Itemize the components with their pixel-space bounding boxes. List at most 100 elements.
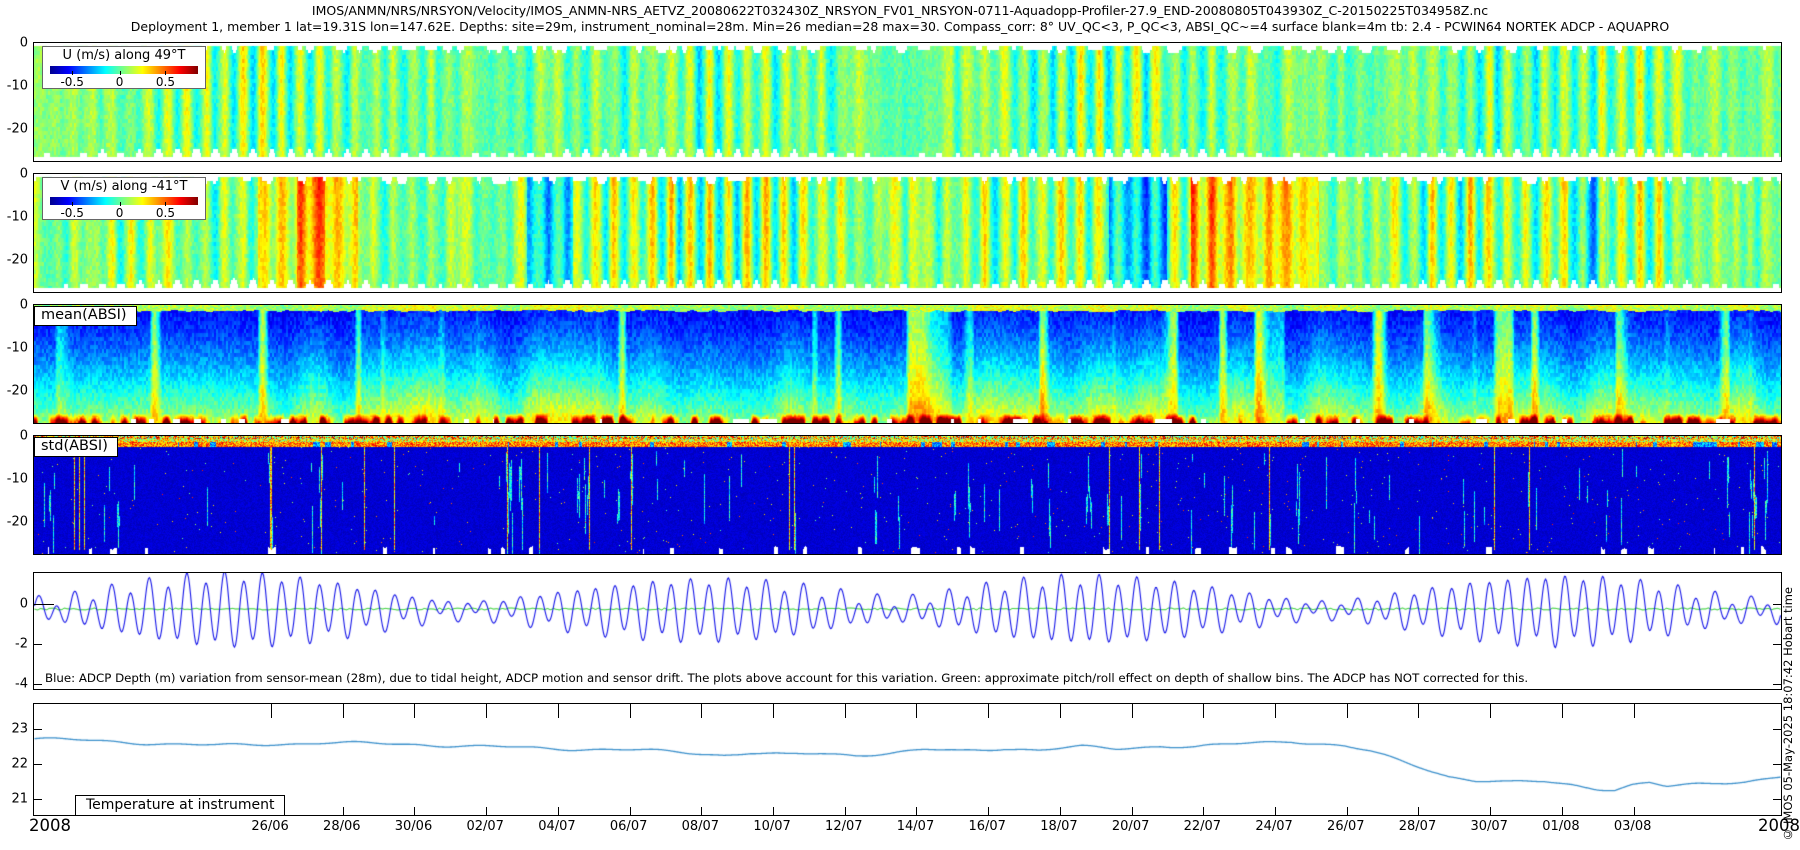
y-tick-mark [34,644,42,645]
x-tick-mark [1634,704,1635,718]
std-absi-heatmap [34,436,1781,554]
colorbar-tick-label: -0.5 [60,75,83,89]
x-tick-label: 30/06 [395,819,432,834]
x-tick-mark [1132,807,1133,815]
panel-mean-absi: mean(ABSI) 0-10-20 [33,304,1782,424]
x-tick-label: 06/07 [610,819,647,834]
y-tick-mark [34,764,42,765]
figure-title-line1: IMOS/ANMN/NRS/NRSYON/Velocity/IMOS_ANMN-… [0,3,1800,18]
x-tick-mark [630,704,631,718]
panel-std-absi: std(ABSI) 0-10-20 [33,435,1782,555]
panel-adcp-depth-variation: Blue: ADCP Depth (m) variation from sens… [33,572,1782,690]
x-tick-mark [1418,807,1419,815]
x-tick-label: 26/06 [251,819,288,834]
y-tick-label: -10 [0,472,28,487]
figure-root: IMOS/ANMN/NRS/NRSYON/Velocity/IMOS_ANMN-… [0,0,1800,850]
u-colorbar-legend: U (m/s) along 49°T -0.5 0 0.5 [42,46,206,89]
y-tick-mark [1773,799,1781,800]
x-tick-mark [1347,807,1348,815]
y-tick-mark [1773,764,1781,765]
colorbar-tick-label: 0.5 [156,75,175,89]
x-tick-mark [701,807,702,815]
x-tick-label: 03/08 [1614,819,1651,834]
y-tick-label: -10 [0,341,28,356]
x-tick-label: 14/07 [897,819,934,834]
x-tick-label: 20/07 [1112,819,1149,834]
y-tick-label: -20 [0,253,28,268]
x-tick-label: 26/07 [1327,819,1364,834]
x-tick-label: 01/08 [1542,819,1579,834]
x-tick-mark [1203,807,1204,815]
figure-title-line2: Deployment 1, member 1 lat=19.31S lon=14… [0,19,1800,34]
mean-absi-heatmap [34,305,1781,423]
y-tick-label: -20 [0,384,28,399]
x-tick-mark [1275,704,1276,718]
x-tick-mark [845,704,846,718]
u-colorbar-title: U (m/s) along 49°T [43,48,205,63]
x-tick-label: 22/07 [1184,819,1221,834]
y-tick-label: -10 [0,79,28,94]
y-tick-label: 21 [0,791,28,806]
x-tick-mark [1418,704,1419,718]
temperature-line-plot [34,704,1781,815]
x-tick-mark [701,704,702,718]
x-tick-label: 12/07 [825,819,862,834]
y-tick-label: -4 [0,677,28,692]
x-tick-mark [1562,704,1563,718]
y-tick-label: 0 [0,597,28,612]
panel-u-velocity: U (m/s) along 49°T -0.500.5 0-10-20 [33,42,1782,162]
y-tick-label: 0 [0,36,28,51]
u-velocity-heatmap [34,43,1781,161]
x-tick-mark [414,807,415,815]
x-tick-mark [845,807,846,815]
x-tick-mark [916,704,917,718]
x-tick-mark [486,704,487,718]
x-tick-label: 16/07 [968,819,1005,834]
x-tick-mark [486,807,487,815]
y-tick-label: -2 [0,637,28,652]
y-tick-mark [1773,684,1781,685]
y-tick-label: -10 [0,210,28,225]
y-tick-label: 22 [0,756,28,771]
x-tick-label: 18/07 [1040,819,1077,834]
u-colorbar-ticks: -0.5 0 0.5 [50,66,198,86]
v-colorbar-ticks: -0.5 0 0.5 [50,197,198,217]
y-tick-mark [34,729,42,730]
x-tick-mark [1132,704,1133,718]
y-tick-mark [1773,644,1781,645]
colorbar-tick-label: 0.5 [156,206,175,220]
x-tick-label: 28/07 [1399,819,1436,834]
y-tick-label: -20 [0,515,28,530]
y-tick-mark [1773,604,1781,605]
x-tick-label: 02/07 [466,819,503,834]
temperature-label: Temperature at instrument [75,795,285,815]
x-tick-mark [558,704,559,718]
x-tick-mark [773,807,774,815]
x-tick-mark [1490,704,1491,718]
y-tick-mark [34,684,42,685]
y-tick-mark [34,799,42,800]
v-velocity-heatmap [34,174,1781,292]
colorbar-tick-label: 0 [116,75,124,89]
colorbar-tick-label: 0 [116,206,124,220]
x-tick-mark [1490,807,1491,815]
x-tick-mark [1562,807,1563,815]
x-tick-mark [916,807,917,815]
x-tick-mark [343,807,344,815]
colorbar-tick-label: -0.5 [60,206,83,220]
x-tick-mark [1275,807,1276,815]
x-tick-mark [271,704,272,718]
x-tick-mark [1060,704,1061,718]
std-absi-label: std(ABSI) [34,437,118,457]
y-tick-label: 0 [0,429,28,444]
x-tick-mark [558,807,559,815]
x-tick-mark [1203,704,1204,718]
zero-tick-mark [34,604,54,605]
x-tick-mark [630,807,631,815]
depth-annotation-text: Blue: ADCP Depth (m) variation from sens… [45,671,1528,685]
x-tick-label: 28/06 [323,819,360,834]
x-tick-mark [988,807,989,815]
x-tick-label: 04/07 [538,819,575,834]
x-tick-label: 30/07 [1470,819,1507,834]
x-axis-year-left: 2008 [29,816,71,835]
